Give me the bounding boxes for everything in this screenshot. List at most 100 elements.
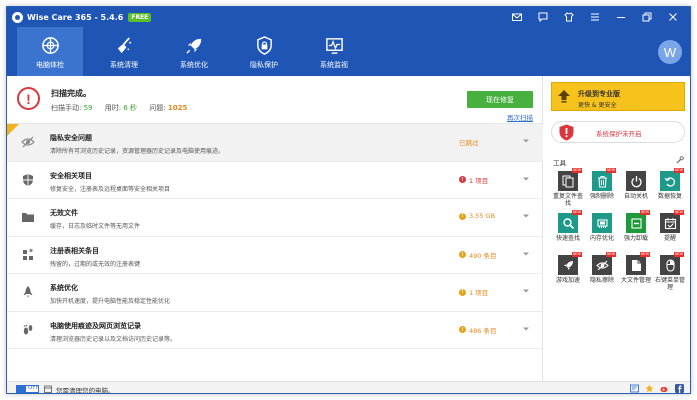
pc-checkup-icon — [41, 37, 59, 54]
tool-label: 自动关机 — [623, 193, 648, 200]
tab-system-cleaner[interactable]: 系统清理 — [91, 27, 157, 76]
new-badge: NEW — [571, 210, 582, 215]
tab-system-tuneup[interactable]: 系统优化 — [161, 27, 227, 76]
alert-dot-icon: ! — [459, 212, 466, 220]
tool-label: 游戏加速 — [555, 277, 580, 284]
tool-label: 右键菜单管理 — [654, 277, 685, 291]
new-badge: NEW — [639, 252, 650, 257]
skin-icon[interactable] — [556, 7, 582, 27]
close-icon[interactable] — [660, 7, 686, 27]
feedback-icon[interactable] — [530, 7, 556, 27]
result-status: ! 490 条目 — [459, 250, 496, 260]
warning-icon: ! — [17, 87, 40, 110]
tool-force-uninstall[interactable]: NEW 强力卸载 — [619, 210, 653, 255]
tool-force-delete[interactable]: NEW 强制删除 — [585, 168, 619, 213]
tools-grid: NEW 重复文件查找 NEW 强制删除 自动关机 NEW 数据恢复 NEW 快速… — [551, 168, 687, 297]
tool-duplicate-finder[interactable]: NEW 重复文件查找 — [551, 168, 585, 213]
tool-quick-search[interactable]: NEW 快速查找 — [551, 210, 585, 255]
result-title: 无效文件 — [50, 209, 78, 217]
chevron-down-icon[interactable] — [522, 176, 530, 182]
app-window: Wise Care 365 - 5.4.6 FREE 电脑体检 系统清理 系统优… — [6, 6, 691, 394]
broom-icon — [117, 37, 131, 54]
facebook-icon[interactable] — [675, 384, 684, 393]
new-badge: NEW — [605, 168, 616, 173]
restore-icon[interactable] — [634, 7, 660, 27]
tool-label: 提醒 — [663, 235, 676, 242]
result-desc: 清除所有可浏览历史记录，资源管理器历史记录及电脑使用痕迹。 — [50, 148, 225, 155]
result-desc: 缓存，日志及临时文件等无用文件 — [50, 223, 141, 230]
status-message: 您需清理您的电脑。 — [56, 387, 115, 394]
auto-clean-toggle[interactable]: OFF — [16, 385, 39, 393]
monitor-pulse-icon — [325, 38, 343, 54]
result-title: 安全相关项目 — [50, 171, 92, 180]
tool-memory-optimizer[interactable]: 内存优化 — [585, 213, 619, 255]
tab-pc-checkup[interactable]: 电脑体检 — [17, 27, 83, 76]
tab-label: 系统优化 — [180, 61, 208, 69]
main-navigation: 电脑体检 系统清理 系统优化 隐私保护 系统监视 W — [7, 27, 690, 76]
star-icon[interactable] — [645, 384, 654, 393]
rocket-icon — [185, 38, 201, 54]
new-badge: NEW — [639, 210, 650, 215]
tool-reminder[interactable]: NEW 提醒 — [653, 210, 687, 255]
menu-icon[interactable] — [582, 7, 608, 27]
result-title: 系统优化 — [50, 284, 78, 292]
weibo-icon[interactable] — [660, 384, 669, 393]
new-badge: NEW — [673, 210, 684, 215]
upgrade-arrow-icon — [558, 90, 570, 103]
mail-icon[interactable] — [504, 7, 530, 27]
tool-privacy-eraser[interactable]: NEW 隐私擦除 — [585, 252, 619, 297]
chevron-down-icon[interactable] — [522, 251, 530, 257]
tool-label: 内存优化 — [589, 235, 614, 242]
chevron-down-icon[interactable] — [522, 213, 530, 219]
status-text: 已跳过 — [459, 139, 479, 147]
tool-context-menu-manager[interactable]: NEW 右键菜单管理 — [653, 252, 687, 297]
folder-icon — [21, 210, 35, 224]
language-icon[interactable] — [630, 384, 639, 393]
result-row-security[interactable]: 安全相关项目 修复安全，注册表及远程桌面等安全相关项目 ! 1 项目 — [7, 162, 543, 199]
result-desc: 修复安全，注册表及远程桌面等安全相关项目 — [50, 185, 171, 193]
rescan-link[interactable]: 再次扫描 — [467, 112, 533, 122]
chevron-down-icon[interactable] — [522, 138, 530, 144]
tool-label: 隐私擦除 — [589, 277, 614, 284]
result-row-privacy[interactable]: 隐私安全问题 清除所有可浏览历史记录，资源管理器历史记录及电脑使用痕迹。 已跳过 — [7, 124, 543, 162]
protection-status-button[interactable]: 系统保护未开启 — [551, 121, 685, 143]
corner-tag — [7, 124, 19, 136]
tab-system-monitor[interactable]: 系统监视 — [301, 27, 367, 76]
shield-alert-icon — [559, 124, 574, 141]
result-row-traces[interactable]: 电脑使用痕迹及网页浏览记录 清理浏览器历史记录以及文档访问历史记录等。 ! 48… — [7, 312, 543, 349]
tool-label: 强力卸载 — [623, 235, 648, 242]
tab-privacy-protector[interactable]: 隐私保护 — [231, 27, 297, 76]
tool-data-recovery[interactable]: NEW 数据恢复 — [653, 168, 687, 213]
new-badge: NEW — [571, 252, 582, 257]
new-badge: NEW — [673, 252, 684, 257]
issues-value: 1025 — [167, 104, 188, 112]
tool-game-boost[interactable]: NEW 游戏加速 — [551, 252, 585, 297]
tool-label: 快速查找 — [555, 235, 580, 242]
result-title: 注册表相关条目 — [50, 246, 99, 255]
toggle-knob — [17, 386, 26, 392]
result-row-registry[interactable]: 注册表相关条目 残留的，过期的或无效的注册表键 ! 490 条目 — [7, 237, 543, 274]
minimize-icon[interactable] — [608, 7, 634, 27]
chevron-down-icon[interactable] — [522, 288, 530, 294]
tool-auto-shutdown[interactable]: 自动关机 — [619, 171, 653, 213]
fix-now-button[interactable]: 现在修复 — [467, 91, 533, 108]
result-row-optimization[interactable]: 系统优化 加快开机速度，提升电脑性能及稳定性能优化 ! 1 项目 — [7, 274, 543, 312]
wrench-icon[interactable] — [676, 156, 684, 164]
user-avatar[interactable]: W — [658, 40, 682, 64]
tool-label: 数据恢复 — [657, 193, 682, 200]
scan-status: 扫描完成。 — [51, 89, 91, 98]
tab-label: 系统清理 — [110, 61, 138, 69]
app-logo-icon — [12, 11, 23, 23]
checkup-panel: ! 扫描完成。 扫描手动: 59 用时: 6 秒 问题: 1025 现在修复 再… — [7, 76, 543, 381]
upgrade-pro-button[interactable]: 升级到专业版 更快 & 更安全 — [551, 82, 685, 111]
game-boost-icon: NEW — [558, 252, 582, 275]
new-badge: NEW — [605, 252, 616, 257]
tools-header: 工具 — [553, 159, 566, 167]
result-row-junk-files[interactable]: 无效文件 缓存，日志及临时文件等无用文件 ! 3.55 GB — [7, 199, 543, 237]
chevron-down-icon[interactable] — [522, 326, 530, 332]
status-bar-actions — [624, 384, 684, 393]
scan-stats: 扫描手动: 59 用时: 6 秒 问题: 1025 — [51, 103, 187, 113]
trash-icon: NEW — [592, 168, 616, 191]
tool-large-file-manager[interactable]: NEW 大文件管理 — [619, 252, 653, 297]
status-bar: OFF 您需清理您的电脑。 — [7, 381, 690, 394]
